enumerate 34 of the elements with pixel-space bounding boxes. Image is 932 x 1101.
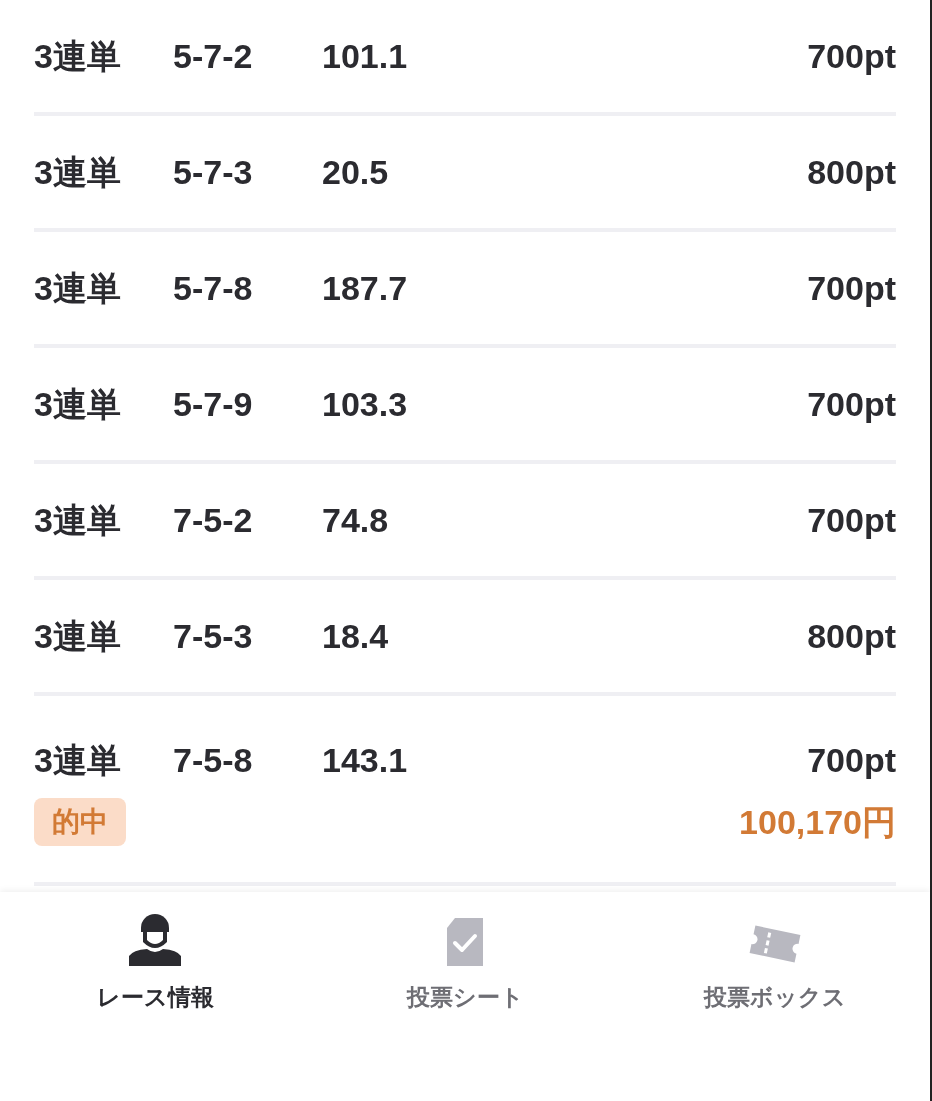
odds: 187.7 [322, 267, 408, 309]
stake: 700pt [807, 267, 896, 309]
bet-type: 3連単 [34, 35, 122, 77]
nav-tab[interactable]: 投票シート [310, 910, 620, 1015]
hit-badge: 的中 [34, 798, 126, 846]
stake: 700pt [807, 383, 896, 425]
stake: 800pt [807, 615, 896, 657]
odds: 143.1 [322, 740, 408, 781]
odds: 20.5 [322, 151, 389, 193]
bet-type: 3連単 [34, 151, 122, 193]
stake: 700pt [807, 740, 896, 781]
bet-type: 3連単 [34, 499, 122, 541]
bet-type: 3連単 [34, 383, 122, 425]
checked-sheet-icon [445, 918, 485, 966]
payout: 100,170円 [739, 801, 896, 843]
stake: 700pt [807, 35, 896, 77]
bet-type: 3連単 [34, 267, 122, 309]
nav-tab[interactable]: 投票ボックス [620, 910, 930, 1015]
odds: 101.1 [322, 35, 408, 77]
nav-tab[interactable]: レース情報 [0, 910, 310, 1015]
bet-combination: 5-7-2 [173, 35, 254, 77]
bet-combination: 7-5-8 [173, 740, 254, 781]
bet-combination: 5-7-8 [173, 267, 254, 309]
odds: 103.3 [322, 383, 408, 425]
bet-combination: 5-7-3 [173, 151, 254, 193]
odds: 74.8 [322, 499, 389, 541]
stake: 700pt [807, 499, 896, 541]
odds: 18.4 [322, 615, 389, 657]
stake: 800pt [807, 151, 896, 193]
bet-type: 3連単 [34, 740, 122, 781]
bet-combination: 7-5-2 [173, 499, 254, 541]
bet-type: 3連単 [34, 615, 122, 657]
bet-combination: 5-7-9 [173, 383, 254, 425]
bet-combination: 7-5-3 [173, 615, 254, 657]
